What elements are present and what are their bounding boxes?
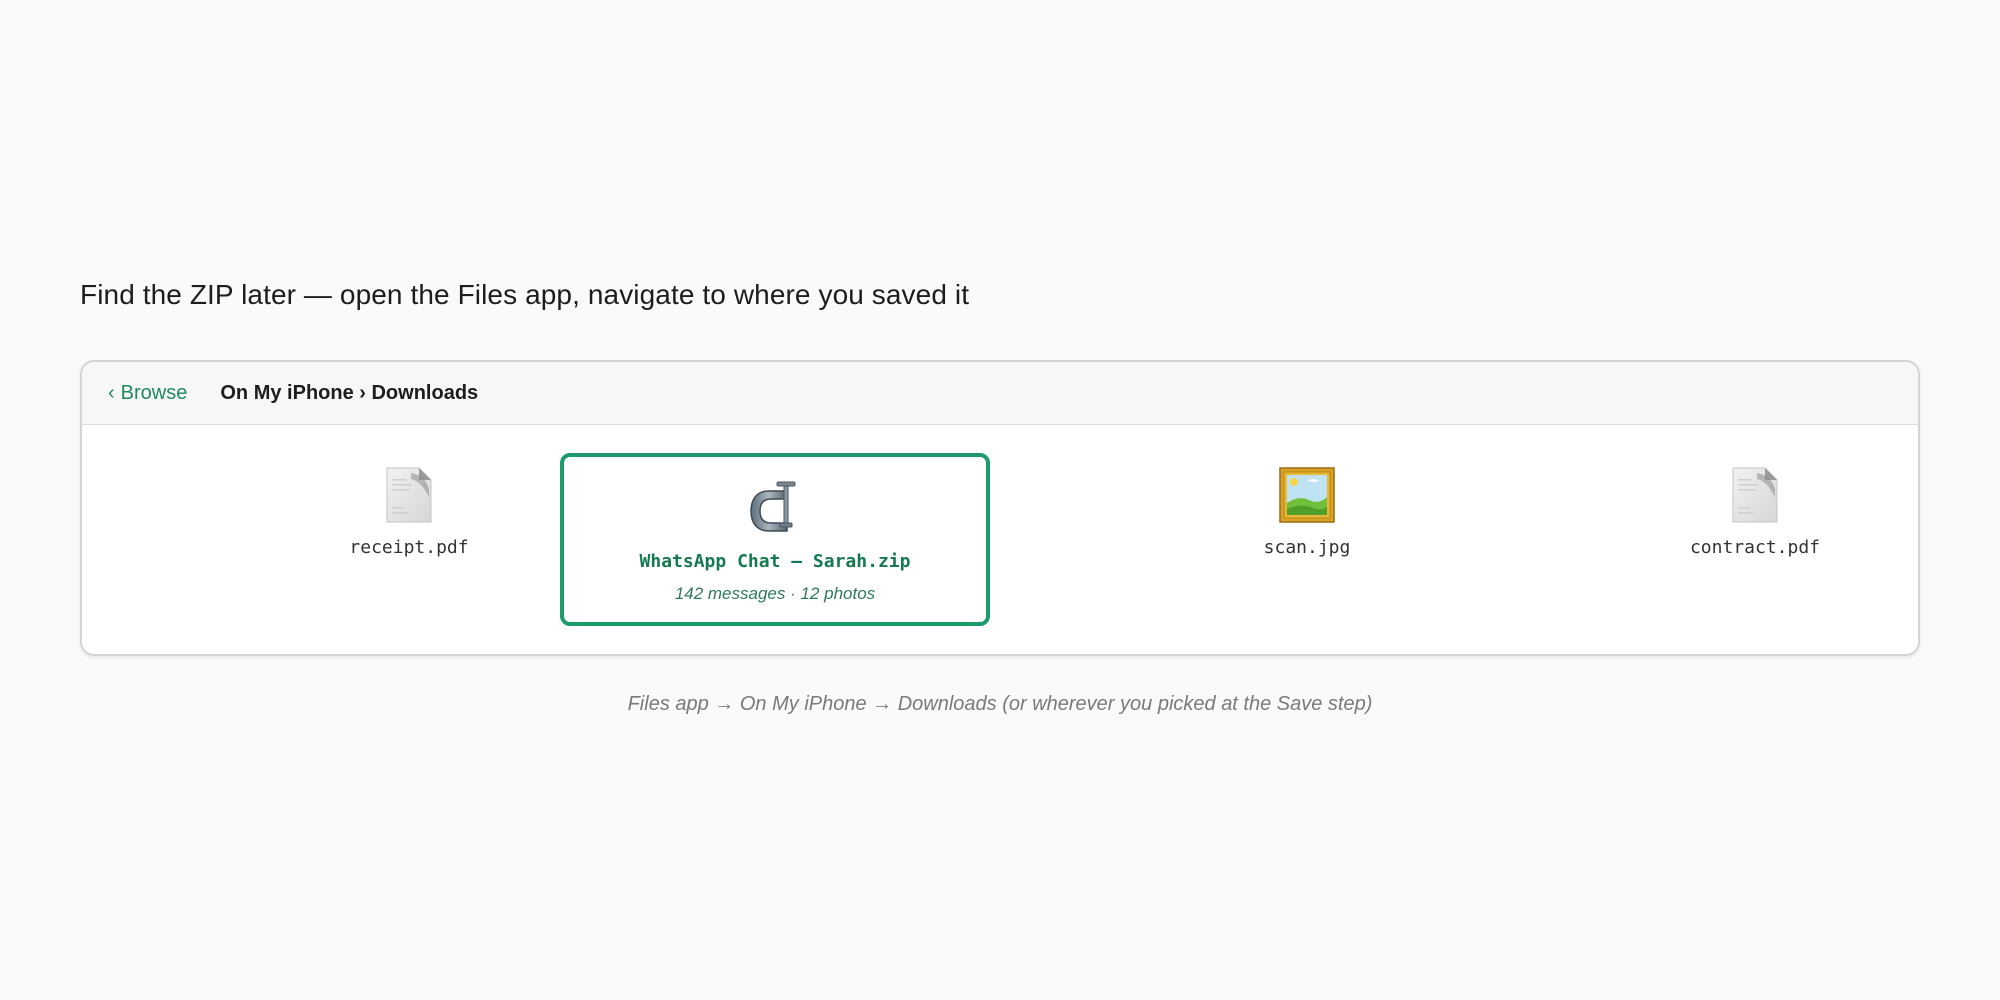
breadcrumb: On My iPhone › Downloads [220,381,479,404]
file-grid: receipt.pdf WhatsApp Chat — Sarah.zip 14… [82,425,1918,654]
file-item-scan[interactable]: scan.jpg [1092,453,1522,626]
document-icon [1732,467,1778,523]
file-item-contract[interactable]: contract.pdf [1540,453,1918,626]
chevron-left-icon: ‹ [108,381,115,404]
file-name: contract.pdf [1689,537,1821,558]
page-title: Find the ZIP later — open the Files app,… [80,279,970,310]
instruction-caption: Files app → On My iPhone → Downloads (or… [627,693,1373,715]
browse-back-label: Browse [120,381,188,404]
file-item-whatsapp-zip[interactable]: WhatsApp Chat — Sarah.zip 142 messages ·… [560,453,990,626]
archive-clamp-icon [750,481,796,532]
framed-picture-icon [1279,467,1335,523]
document-icon [386,467,432,523]
file-meta: 142 messages · 12 photos [674,584,876,603]
browse-back-button[interactable]: ‹ Browse [108,382,187,405]
file-name: scan.jpg [1263,537,1351,558]
files-app-window: ‹ Browse On My iPhone › Downloads receip… [80,360,1920,656]
file-name: WhatsApp Chat — Sarah.zip [639,551,911,572]
navigation-bar: ‹ Browse On My iPhone › Downloads [82,362,1918,425]
